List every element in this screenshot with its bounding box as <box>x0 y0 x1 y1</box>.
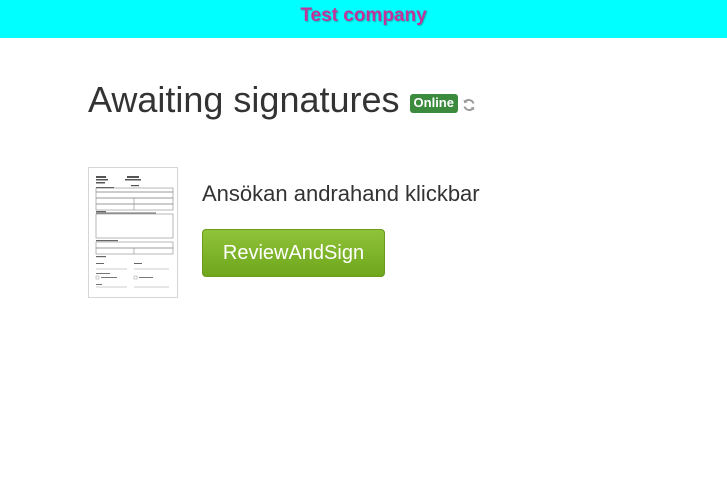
document-thumbnail[interactable] <box>88 167 178 298</box>
page-heading: Awaiting signatures Online <box>88 78 476 122</box>
refresh-icon[interactable] <box>462 98 476 112</box>
review-and-sign-button[interactable]: ReviewAndSign <box>202 229 385 277</box>
company-name: Test company <box>300 5 427 26</box>
document-item: Ansökan andrahand klickbar ReviewAndSign <box>88 167 480 298</box>
header-bar: Test company <box>0 0 727 38</box>
status-badge: Online <box>409 93 458 113</box>
page-title: Awaiting signatures <box>88 79 400 120</box>
document-info: Ansökan andrahand klickbar ReviewAndSign <box>202 181 480 298</box>
document-name: Ansökan andrahand klickbar <box>202 181 480 206</box>
